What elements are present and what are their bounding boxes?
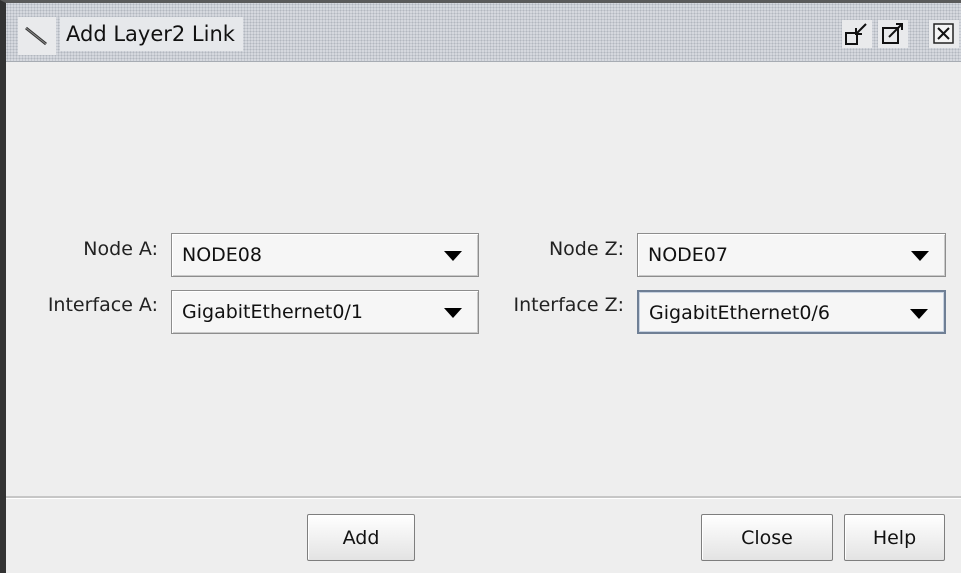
link-tool-icon [18,17,56,55]
node-z-select[interactable]: NODE07 [637,233,946,277]
interface-a-label: Interface A: [47,294,158,316]
chevron-down-icon[interactable] [444,251,462,261]
close-icon[interactable] [929,20,959,48]
footer-divider [6,496,961,499]
node-a-value: NODE08 [182,244,262,266]
interface-z-label: Interface Z: [513,294,624,316]
form-panel [6,62,961,496]
minimize-icon[interactable] [842,20,872,48]
add-button[interactable]: Add [307,514,415,561]
interface-z-select[interactable]: GigabitEthernet0/6 [637,290,946,334]
maximize-icon[interactable] [878,20,908,48]
interface-a-select[interactable]: GigabitEthernet0/1 [171,290,479,334]
close-button[interactable]: Close [701,514,833,561]
dialog-title: Add Layer2 Link [60,17,243,51]
chevron-down-icon[interactable] [911,251,929,261]
chevron-down-icon[interactable] [444,308,462,318]
node-a-select[interactable]: NODE08 [171,233,479,277]
node-z-label: Node Z: [548,238,624,260]
node-a-label: Node A: [83,238,158,260]
interface-a-value: GigabitEthernet0/1 [182,301,363,323]
node-z-value: NODE07 [648,244,728,266]
title-bar[interactable]: Add Layer2 Link [6,3,961,62]
interface-z-value: GigabitEthernet0/6 [649,302,830,324]
chevron-down-icon[interactable] [910,309,928,319]
help-button[interactable]: Help [844,514,945,561]
